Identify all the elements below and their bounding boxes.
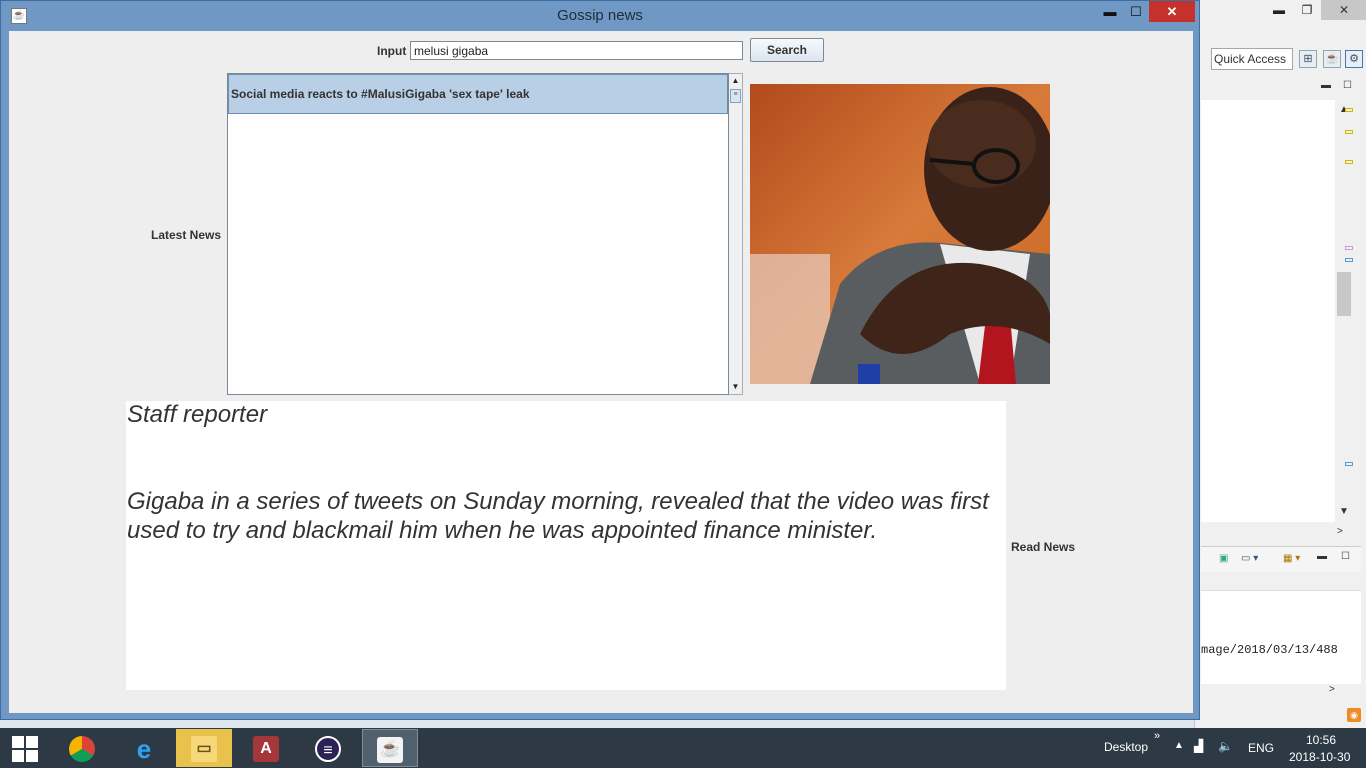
ide-restore-button[interactable]: ❐: [1293, 0, 1321, 20]
access-icon: A: [253, 736, 279, 762]
desktop-toolbar-label[interactable]: Desktop: [1104, 740, 1148, 754]
scroll-thumb[interactable]: [1337, 272, 1351, 316]
taskbar-eclipse[interactable]: ≡: [300, 729, 356, 767]
overview-marker[interactable]: [1345, 462, 1353, 466]
search-button[interactable]: Search: [750, 38, 824, 62]
background-ide-window: ▬ ❐ ✕ Quick Access ⊞ ☕ ⚙ ▬ ☐ ▲ ▼ > ▣ ▭ ▾…: [1194, 0, 1366, 728]
open-perspective-icon[interactable]: ⊞: [1299, 50, 1317, 68]
taskbar-java-app[interactable]: ☕: [362, 729, 418, 767]
panel-minimize-icon[interactable]: ▬: [1317, 551, 1327, 562]
rss-icon[interactable]: ◉: [1347, 708, 1361, 722]
console-horizontal-scrollbar[interactable]: >: [1201, 684, 1361, 698]
console-output-text: mage/2018/03/13/488: [1201, 643, 1338, 657]
console-toolbar: ▣ ▭ ▾ ▦ ▾ ▬ ☐: [1201, 546, 1361, 572]
console-area[interactable]: mage/2018/03/13/488: [1201, 590, 1361, 684]
scroll-down-icon[interactable]: ▼: [1339, 506, 1349, 517]
show-hidden-icons[interactable]: ▲: [1174, 740, 1184, 751]
overview-marker[interactable]: [1345, 258, 1353, 262]
read-news-label: Read News: [1011, 540, 1076, 554]
debug-perspective-icon[interactable]: ⚙: [1345, 50, 1363, 68]
news-list[interactable]: Social media reacts to #MalusiGigaba 'se…: [227, 73, 729, 395]
taskbar: e ▭ A ≡ ☕ Desktop » ▲ ▟ 🔈 ENG 10:56 2018…: [0, 728, 1366, 768]
ide-close-button[interactable]: ✕: [1321, 0, 1366, 20]
overview-marker[interactable]: [1345, 160, 1353, 164]
ide-editor-area[interactable]: [1201, 100, 1335, 522]
overview-marker[interactable]: [1345, 130, 1353, 134]
toolbar-overflow-icon[interactable]: »: [1154, 730, 1160, 742]
java-icon: ☕: [377, 737, 403, 763]
list-item[interactable]: Social media reacts to #MalusiGigaba 'se…: [228, 74, 728, 114]
language-indicator[interactable]: ENG: [1248, 741, 1274, 755]
eclipse-icon: ≡: [315, 736, 341, 762]
title-bar[interactable]: ☕ Gossip news ▬ ☐ ✕: [1, 1, 1199, 31]
overview-marker[interactable]: [1345, 108, 1353, 112]
volume-icon[interactable]: 🔈: [1218, 739, 1233, 753]
chrome-icon: [69, 736, 95, 762]
file-explorer-icon: ▭: [191, 736, 217, 762]
scroll-up-icon[interactable]: ▲: [729, 74, 742, 88]
overview-marker[interactable]: [1345, 246, 1353, 250]
start-button[interactable]: [0, 728, 50, 768]
content-pane: Input Search Latest News Social media re…: [9, 31, 1193, 713]
windows-logo-icon: [12, 736, 24, 748]
pin-console-icon[interactable]: ▣: [1219, 553, 1228, 564]
chevron-right-icon[interactable]: >: [1329, 684, 1335, 695]
taskbar-access[interactable]: A: [238, 729, 294, 767]
windows-logo-icon: [12, 750, 24, 762]
view-minimize-icon[interactable]: ▬: [1321, 80, 1331, 91]
close-button[interactable]: ✕: [1149, 1, 1195, 22]
ie-icon: e: [136, 734, 152, 764]
article-author: Staff reporter: [127, 401, 268, 428]
taskbar-file-explorer[interactable]: ▭: [176, 729, 232, 767]
clock-date[interactable]: 2018-10-30: [1289, 750, 1350, 764]
news-photo: [750, 84, 1050, 384]
taskbar-internet-explorer[interactable]: e: [116, 729, 172, 767]
article-body: Gigaba in a series of tweets on Sunday m…: [127, 488, 989, 544]
ide-minimize-button[interactable]: ▬: [1265, 0, 1293, 20]
scroll-down-icon[interactable]: ▼: [729, 380, 742, 394]
news-list-scrollbar[interactable]: ▲ ≡ ▼: [729, 73, 743, 395]
windows-logo-icon: [26, 736, 38, 748]
input-label: Input: [377, 44, 407, 58]
quick-access-input[interactable]: Quick Access: [1211, 48, 1293, 70]
chevron-right-icon[interactable]: >: [1337, 526, 1343, 537]
windows-logo-icon: [26, 750, 38, 762]
maximize-button[interactable]: ☐: [1123, 1, 1149, 22]
java-perspective-icon[interactable]: ☕: [1323, 50, 1341, 68]
window-title: Gossip news: [557, 7, 643, 24]
scroll-thumb[interactable]: ≡: [730, 89, 741, 103]
search-input[interactable]: [410, 41, 743, 60]
latest-news-label: Latest News: [151, 228, 222, 242]
gossip-news-window: ☕ Gossip news ▬ ☐ ✕ Input Search Latest …: [0, 0, 1200, 720]
open-console-icon[interactable]: ▦ ▾: [1283, 553, 1300, 564]
minimize-button[interactable]: ▬: [1097, 1, 1123, 22]
article-panel[interactable]: Staff reporter Gigaba in a series of twe…: [126, 401, 1006, 690]
panel-maximize-icon[interactable]: ☐: [1341, 551, 1350, 562]
taskbar-chrome[interactable]: [54, 729, 110, 767]
clock-time[interactable]: 10:56: [1306, 733, 1336, 747]
view-maximize-icon[interactable]: ☐: [1343, 80, 1352, 91]
network-icon[interactable]: ▟: [1194, 739, 1203, 753]
display-console-icon[interactable]: ▭ ▾: [1241, 553, 1258, 564]
